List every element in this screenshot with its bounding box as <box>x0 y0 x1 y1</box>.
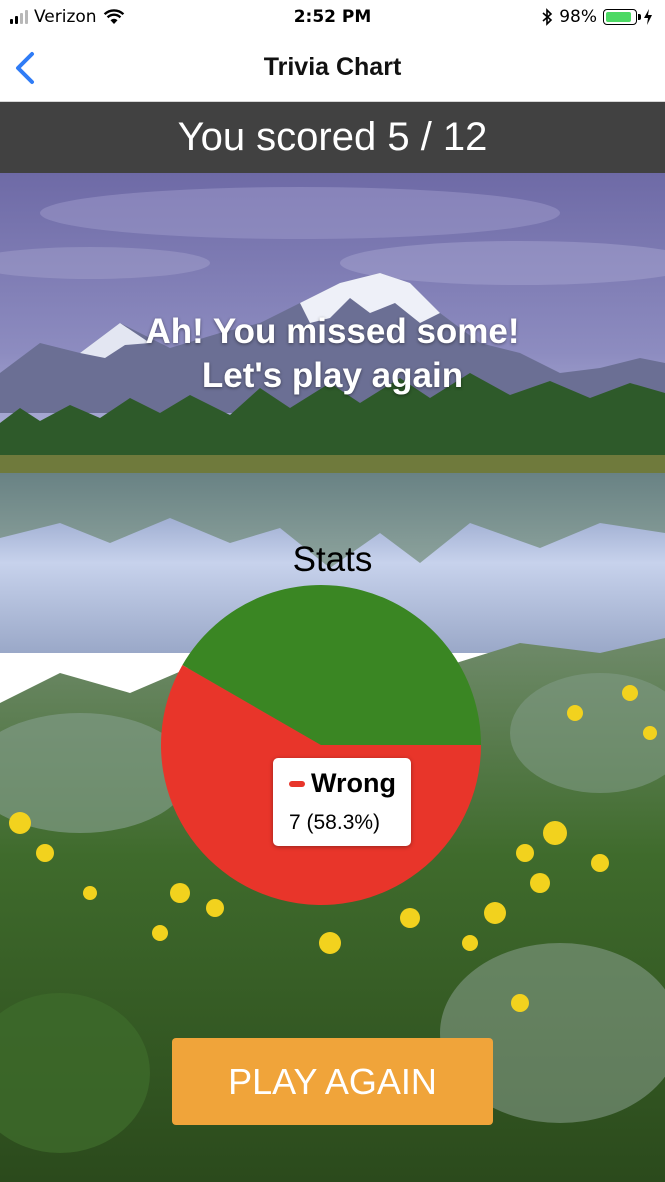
pie-chart-svg <box>161 585 482 905</box>
result-message: Ah! You missed some! Let's play again <box>0 310 665 398</box>
result-message-line1: Ah! You missed some! <box>145 312 520 351</box>
battery-icon <box>603 9 641 25</box>
play-again-button[interactable]: PLAY AGAIN <box>172 1038 493 1125</box>
pie-chart[interactable] <box>160 584 482 906</box>
tooltip-header: Wrong <box>289 768 411 799</box>
status-right: 98% <box>541 7 653 27</box>
battery-fill <box>606 12 632 22</box>
tooltip-value: 7 (58.3%) <box>289 811 381 834</box>
chart-title: Stats <box>292 540 373 579</box>
tooltip-color-swatch <box>289 780 305 787</box>
chart-tooltip: Wrong 7 (58.3%) <box>273 758 411 846</box>
bluetooth-icon <box>542 8 553 26</box>
battery-percent: 98% <box>559 7 597 27</box>
status-bar: Verizon 2:52 PM 98% <box>0 0 665 36</box>
tooltip-label: Wrong <box>311 768 396 798</box>
page-title: Trivia Chart <box>263 53 402 81</box>
charging-bolt-icon <box>644 9 652 25</box>
score-banner: You scored 5 / 12 <box>0 102 665 173</box>
result-message-line2: Let's play again <box>201 356 464 395</box>
navigation-bar: Trivia Chart <box>0 36 665 102</box>
